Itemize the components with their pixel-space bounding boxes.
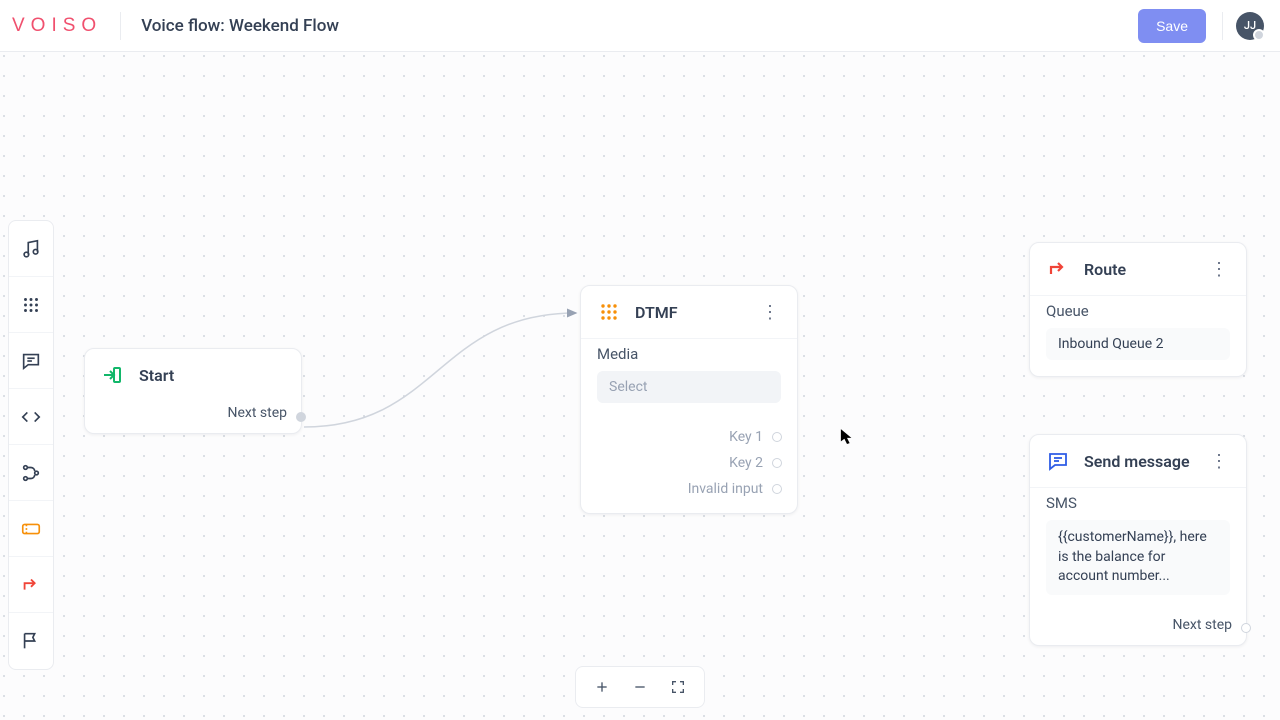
route-arrow-icon[interactable] [9, 557, 53, 613]
cursor-icon [840, 428, 854, 446]
more-icon[interactable]: ⋮ [1208, 451, 1230, 472]
fullscreen-button[interactable] [666, 675, 690, 699]
node-title: Send message [1084, 452, 1194, 471]
node-title: Start [139, 366, 285, 385]
node-route[interactable]: Route ⋮ Queue Inbound Queue 2 [1029, 242, 1247, 377]
code-icon[interactable] [9, 389, 53, 445]
field-label: Media [597, 345, 781, 363]
field-label: Queue [1046, 302, 1230, 320]
canvas[interactable]: Start Next step DTMF ⋮ Media Select Key … [0, 52, 1280, 720]
field-label: SMS [1046, 494, 1230, 512]
queue-value[interactable]: Inbound Queue 2 [1046, 328, 1230, 360]
music-icon[interactable] [9, 221, 53, 277]
message-icon [1046, 449, 1070, 473]
ticket-icon[interactable] [9, 501, 53, 557]
zoom-controls [575, 666, 705, 708]
zoom-in-button[interactable] [590, 675, 614, 699]
start-icon [101, 363, 125, 387]
output-invalid[interactable]: Invalid input [597, 481, 781, 497]
more-icon[interactable]: ⋮ [1208, 259, 1230, 280]
connector-start-dtmf [298, 305, 584, 435]
node-title: DTMF [635, 303, 745, 322]
node-title: Route [1084, 260, 1194, 279]
avatar[interactable]: JJ [1236, 12, 1264, 40]
node-dtmf[interactable]: DTMF ⋮ Media Select Key 1 Key 2 Invalid … [580, 285, 798, 514]
route-arrow-icon [1046, 257, 1070, 281]
node-send-message[interactable]: Send message ⋮ SMS {{customerName}}, her… [1029, 434, 1247, 646]
zoom-out-button[interactable] [628, 675, 652, 699]
more-icon[interactable]: ⋮ [759, 302, 781, 323]
dialpad-icon[interactable] [9, 277, 53, 333]
output-next[interactable]: Next step [85, 401, 301, 433]
dialpad-icon [597, 300, 621, 324]
divider [120, 12, 121, 40]
save-button[interactable]: Save [1138, 9, 1206, 43]
sms-value[interactable]: {{customerName}}, here is the balance fo… [1046, 520, 1230, 595]
branch-icon[interactable] [9, 445, 53, 501]
left-toolbar [8, 220, 54, 670]
node-start[interactable]: Start Next step [84, 348, 302, 434]
page-title: Voice flow: Weekend Flow [141, 16, 339, 36]
output-next[interactable]: Next step [1030, 611, 1246, 645]
logo: VOISO [8, 15, 120, 37]
output-key2[interactable]: Key 2 [597, 455, 781, 471]
message-icon[interactable] [9, 333, 53, 389]
flag-icon[interactable] [9, 613, 53, 669]
output-key1[interactable]: Key 1 [597, 429, 781, 445]
media-select[interactable]: Select [597, 371, 781, 403]
